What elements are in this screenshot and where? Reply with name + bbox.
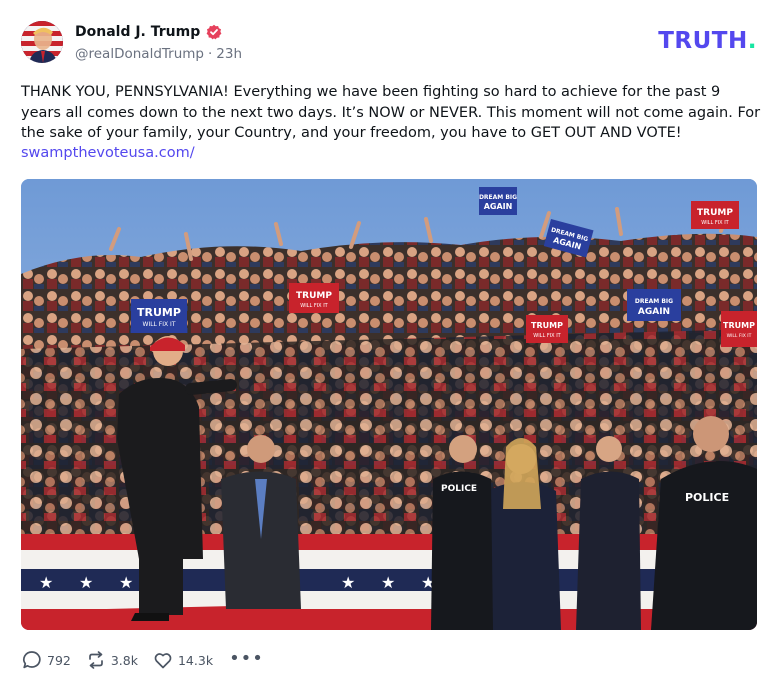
avatar[interactable] xyxy=(21,21,63,63)
sign-line2: WILL FIX IT xyxy=(533,333,561,339)
like-count: 14.3k xyxy=(177,652,214,668)
post-actions: 792 3.8k 14.3k ••• xyxy=(21,648,264,672)
logo-text: TRUTH xyxy=(658,28,748,54)
sign-line2: WILL FIX IT xyxy=(727,333,752,339)
author-handle[interactable]: @realDonaldTrump xyxy=(75,46,204,62)
post-header: Donald J. Trump @realDonaldTrump · 23h T… xyxy=(21,21,757,65)
svg-text:★: ★ xyxy=(381,573,395,592)
like-button[interactable]: 14.3k xyxy=(152,649,213,671)
meta-separator: · xyxy=(207,46,213,62)
rally-photo: DREAM BIGAGAIN TRUMPWILL FIX IT TRUMPWIL… xyxy=(21,179,757,630)
verified-badge-icon xyxy=(206,24,222,40)
truth-social-logo[interactable]: TRUTH. xyxy=(658,28,757,54)
svg-text:★: ★ xyxy=(79,573,93,592)
police-label-left: POLICE xyxy=(441,484,477,494)
post-text: THANK YOU, PENNSYLVANIA! Everything we h… xyxy=(21,84,761,141)
sign-line1: DREAM BIG xyxy=(479,194,517,201)
more-options-button[interactable]: ••• xyxy=(229,648,264,669)
sign-line2: AGAIN xyxy=(484,202,513,211)
sign-line1: DREAM BIG xyxy=(635,298,673,305)
svg-text:★: ★ xyxy=(341,573,355,592)
ellipsis-icon: ••• xyxy=(229,647,264,669)
sign-line2: WILL FIX IT xyxy=(300,303,328,309)
sign-line2: WILL FIX IT xyxy=(701,220,729,226)
sign-line1: TRUMP xyxy=(697,208,733,218)
truth-post: Donald J. Trump @realDonaldTrump · 23h T… xyxy=(0,0,778,694)
heart-icon xyxy=(154,653,172,669)
sign-line1: TRUMP xyxy=(137,306,181,319)
retruth-count: 3.8k xyxy=(110,652,138,668)
author-display-name[interactable]: Donald J. Trump xyxy=(75,24,200,40)
police-label-right: POLICE xyxy=(685,491,729,504)
svg-text:★: ★ xyxy=(119,573,133,592)
avatar-image xyxy=(21,21,63,63)
reply-button[interactable]: 792 xyxy=(21,649,71,671)
reply-count: 792 xyxy=(47,652,71,668)
sign-line2: AGAIN xyxy=(638,307,670,317)
sign-line1: TRUMP xyxy=(531,321,563,330)
author-block: Donald J. Trump @realDonaldTrump · 23h xyxy=(75,22,242,62)
sign-line1: TRUMP xyxy=(723,321,755,330)
post-timestamp[interactable]: 23h xyxy=(216,46,242,62)
sign-line2: WILL FIX IT xyxy=(143,321,176,328)
retruth-button[interactable]: 3.8k xyxy=(85,649,138,671)
post-link[interactable]: swampthevoteusa.com/ xyxy=(21,143,195,164)
svg-text:★: ★ xyxy=(39,573,53,592)
sign-line1: TRUMP xyxy=(296,291,332,301)
retruth-arrows-icon xyxy=(89,651,103,669)
logo-dot: . xyxy=(747,28,757,54)
speech-bubble-icon xyxy=(23,651,41,669)
post-image[interactable]: DREAM BIG AGAIN TRUMP WILL FIX IT TRUMP WIL… xyxy=(21,179,757,630)
